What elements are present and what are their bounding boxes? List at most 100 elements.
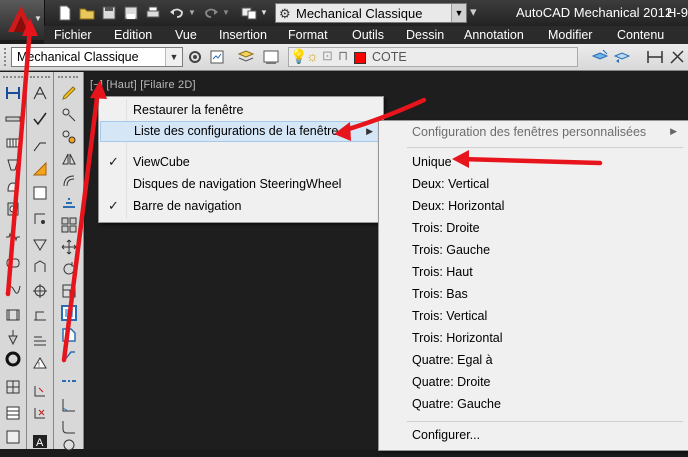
unlock-icon[interactable]: ⊓ bbox=[338, 48, 348, 64]
dimension-linear-icon[interactable] bbox=[646, 48, 664, 66]
toolbar-grip[interactable] bbox=[4, 48, 10, 66]
dimension-aligned-icon[interactable] bbox=[668, 48, 686, 66]
print-icon[interactable] bbox=[144, 4, 162, 22]
tolerance-icon[interactable] bbox=[31, 404, 49, 422]
weld-icon[interactable] bbox=[4, 328, 22, 346]
open-folder-icon[interactable] bbox=[78, 4, 96, 22]
viewport-controls-label[interactable]: [−] [Haut] [Filaire 2D] bbox=[90, 79, 196, 91]
chain-icon[interactable] bbox=[4, 254, 22, 272]
array-rect-icon[interactable] bbox=[60, 216, 78, 234]
viewport-freeze-icon[interactable]: ⊡ bbox=[322, 48, 333, 64]
save-icon[interactable] bbox=[100, 4, 118, 22]
menu-dessin[interactable]: Dessin bbox=[406, 26, 444, 44]
toolbar-grip[interactable] bbox=[3, 76, 23, 82]
layer-previous-icon[interactable] bbox=[613, 48, 631, 66]
title-block-icon[interactable]: A bbox=[31, 432, 49, 450]
fit-list-icon[interactable] bbox=[31, 382, 49, 400]
config-item-deux-horizontal[interactable]: Deux: Horizontal bbox=[379, 196, 687, 218]
menu-modifier[interactable]: Modifier bbox=[548, 26, 592, 44]
balloon-icon[interactable] bbox=[31, 306, 49, 324]
redo-icon[interactable] bbox=[202, 4, 220, 22]
workspace-dropdown[interactable]: Mechanical Classique ▼ bbox=[11, 47, 183, 67]
edge-symbol-icon[interactable] bbox=[31, 258, 49, 276]
config-item-trois-gauche[interactable]: Trois: Gauche bbox=[379, 240, 687, 262]
config-item-trois-haut[interactable]: Trois: Haut bbox=[379, 262, 687, 284]
bolt-icon[interactable] bbox=[4, 134, 22, 152]
mirror-icon[interactable] bbox=[60, 150, 78, 168]
menu-item-liste-configurations[interactable]: Liste des configurations de la fenêtre ▶ bbox=[100, 121, 380, 142]
hole-note-icon[interactable]: ! bbox=[31, 354, 49, 372]
menu-outils[interactable]: Outils bbox=[352, 26, 384, 44]
menu-edition[interactable]: Edition bbox=[114, 26, 152, 44]
scale-icon[interactable] bbox=[60, 282, 78, 300]
pulley-icon[interactable] bbox=[4, 306, 22, 324]
ring-icon[interactable] bbox=[4, 350, 22, 368]
pencil-edit-icon[interactable] bbox=[60, 84, 78, 102]
menu-fichier[interactable]: Fichier bbox=[54, 26, 92, 44]
extend-icon[interactable] bbox=[60, 348, 78, 366]
config-item-trois-vertical[interactable]: Trois: Vertical bbox=[379, 306, 687, 328]
spring-icon[interactable] bbox=[4, 228, 22, 246]
layout-switch-icon[interactable] bbox=[240, 4, 258, 22]
feature-frame-icon[interactable] bbox=[31, 210, 49, 228]
menu-item-barre-navigation[interactable]: ✓ Barre de navigation bbox=[99, 196, 381, 217]
datum-identifier-icon[interactable] bbox=[31, 184, 49, 202]
leader-line-icon[interactable] bbox=[31, 136, 49, 154]
config-item-quatre-gauche[interactable]: Quatre: Gauche bbox=[379, 394, 687, 416]
nut-icon[interactable] bbox=[4, 178, 22, 196]
new-file-icon[interactable] bbox=[56, 4, 74, 22]
config-item-trois-bas[interactable]: Trois: Bas bbox=[379, 284, 687, 306]
chevron-down-icon[interactable]: ▼ bbox=[165, 48, 182, 66]
menu-format[interactable]: Format bbox=[288, 26, 328, 44]
surface-finish-icon[interactable] bbox=[31, 160, 49, 178]
sun-thaw-icon[interactable]: ☼ bbox=[306, 48, 319, 64]
shaft-generator-icon[interactable] bbox=[4, 84, 22, 102]
config-item-trois-horizontal[interactable]: Trois: Horizontal bbox=[379, 328, 687, 350]
menu-item-restaurer-fenetre[interactable]: Restaurer la fenêtre bbox=[99, 100, 381, 121]
chamfer-icon[interactable] bbox=[60, 396, 78, 414]
redo-dropdown-icon[interactable]: ▼ bbox=[222, 8, 230, 17]
menu-contenu[interactable]: Contenu bbox=[617, 26, 664, 44]
trim-icon[interactable] bbox=[60, 326, 78, 344]
menu-annotation[interactable]: Annotation bbox=[464, 26, 524, 44]
workspace-combo[interactable]: ⚙ Mechanical Classique ▼ bbox=[275, 3, 467, 23]
config-item-trois-droite[interactable]: Trois: Droite bbox=[379, 218, 687, 240]
menu-item-steeringwheel[interactable]: Disques de navigation SteeringWheel bbox=[99, 174, 381, 195]
config-item-deux-vertical[interactable]: Deux: Vertical bbox=[379, 174, 687, 196]
submenu-header-custom-configurations[interactable]: Configuration des fenêtres personnalisée… bbox=[379, 122, 687, 144]
workspace-customize-icon[interactable] bbox=[208, 48, 226, 66]
workspace-settings-icon[interactable] bbox=[186, 48, 204, 66]
menu-insertion[interactable]: Insertion bbox=[219, 26, 267, 44]
qat-customize-icon[interactable]: ▾ bbox=[470, 4, 477, 20]
bearing-icon[interactable] bbox=[4, 200, 22, 218]
config-item-configurer[interactable]: Configurer... bbox=[379, 425, 687, 447]
erase-icon[interactable] bbox=[60, 106, 78, 124]
array-icon[interactable] bbox=[60, 194, 78, 212]
menu-item-viewcube[interactable]: ✓ ViewCube bbox=[99, 152, 381, 173]
table-block-icon[interactable] bbox=[4, 428, 22, 446]
lightbulb-on-icon[interactable]: 💡 bbox=[290, 48, 307, 65]
toolbar-grip[interactable] bbox=[30, 76, 50, 82]
undo-icon[interactable] bbox=[168, 4, 186, 22]
copy-icon[interactable] bbox=[60, 128, 78, 146]
save-as-icon[interactable] bbox=[122, 4, 140, 22]
make-current-layer-icon[interactable] bbox=[591, 48, 609, 66]
explode-icon[interactable] bbox=[60, 436, 78, 454]
cam-icon[interactable] bbox=[4, 280, 22, 298]
shaft-line-icon[interactable] bbox=[4, 110, 22, 128]
check-leader-icon[interactable] bbox=[31, 110, 49, 128]
parts-list-icon[interactable] bbox=[31, 330, 49, 348]
stretch-icon[interactable] bbox=[60, 304, 78, 322]
chevron-down-icon[interactable]: ▼ bbox=[451, 4, 466, 22]
screw-icon[interactable] bbox=[4, 156, 22, 174]
rotate-icon[interactable] bbox=[60, 260, 78, 278]
config-item-unique[interactable]: Unique bbox=[379, 152, 687, 174]
toolbar-grip[interactable] bbox=[58, 76, 78, 82]
break-icon[interactable] bbox=[60, 372, 78, 390]
grid-block-icon[interactable] bbox=[4, 404, 22, 422]
config-item-quatre-droite[interactable]: Quatre: Droite bbox=[379, 372, 687, 394]
fillet-icon[interactable] bbox=[60, 418, 78, 436]
hatch-block-icon[interactable] bbox=[4, 378, 22, 396]
undo-dropdown-icon[interactable]: ▼ bbox=[188, 8, 196, 17]
menu-vue[interactable]: Vue bbox=[175, 26, 197, 44]
